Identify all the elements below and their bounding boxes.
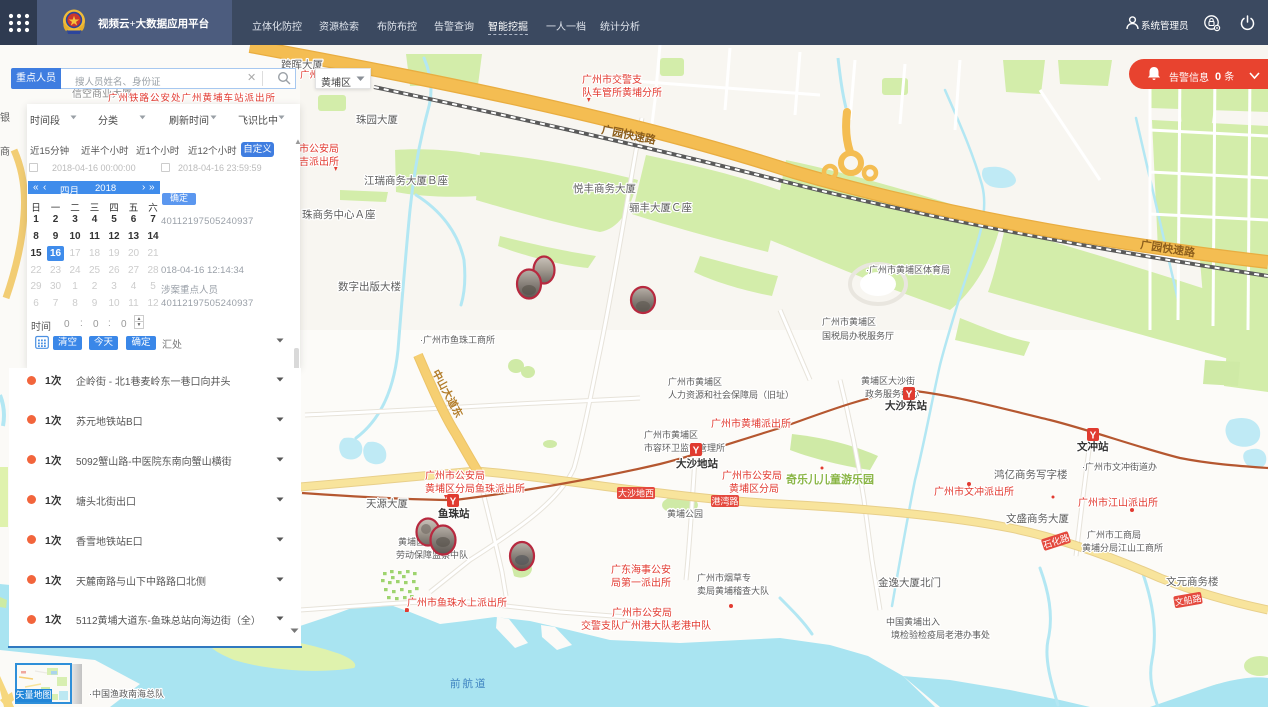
svg-text:市容环卫监督管理所: 市容环卫监督管理所: [644, 442, 725, 453]
svg-text:数字出版大楼: 数字出版大楼: [338, 280, 401, 293]
svg-text:Y: Y: [693, 446, 700, 457]
svg-text:广州市黄埔区: 广州市黄埔区: [644, 429, 698, 440]
svg-text:黄埔分局江山工商所: 黄埔分局江山工商所: [1082, 542, 1163, 553]
svg-text:港湾路: 港湾路: [711, 496, 738, 507]
svg-text:骊丰大厦Ｃ座: 骊丰大厦Ｃ座: [629, 201, 692, 214]
svg-text:银: 银: [0, 111, 10, 124]
svg-text:人力资源和社会保障局（旧址）: 人力资源和社会保障局（旧址）: [668, 389, 794, 400]
svg-text:Y: Y: [1090, 431, 1097, 442]
svg-text:文冲站: 文冲站: [1076, 440, 1109, 453]
svg-text:珠商务中心Ａ座: 珠商务中心Ａ座: [302, 208, 376, 221]
svg-text:广州市江山派出所: 广州市江山派出所: [1078, 496, 1158, 509]
svg-text:广州市工商局: 广州市工商局: [1087, 529, 1141, 540]
svg-text:境检验检疫局老港办事处: 境检验检疫局老港办事处: [891, 629, 990, 640]
svg-text:鱼珠站: 鱼珠站: [438, 507, 470, 520]
svg-text:广州市公安局: 广州市公安局: [425, 469, 485, 482]
svg-text:悦丰商务大厦: 悦丰商务大厦: [573, 182, 636, 195]
svg-text:局第一派出所: 局第一派出所: [611, 576, 671, 589]
svg-text:广州市黄埔派出所: 广州市黄埔派出所: [711, 417, 791, 430]
svg-text:文元商务楼: 文元商务楼: [1166, 575, 1219, 588]
svg-text:天源大厦: 天源大厦: [366, 497, 408, 510]
svg-text:广州市公安局: 广州市公安局: [612, 606, 672, 619]
svg-text:市公安局: 市公安局: [299, 142, 339, 155]
svg-text:文盛商务大厦: 文盛商务大厦: [1006, 512, 1069, 525]
svg-text:·广州市黄埔区体育局: ·广州市黄埔区体育局: [866, 264, 950, 275]
svg-text:·广州市鱼珠工商所: ·广州市鱼珠工商所: [420, 334, 495, 345]
svg-text:广东海事公安: 广东海事公安: [611, 563, 671, 576]
svg-text:奇乐儿儿童游乐园: 奇乐儿儿童游乐园: [786, 472, 874, 486]
svg-text:广州铁路公安处广州黄埔车站派出所: 广州铁路公安处广州黄埔车站派出所: [108, 92, 276, 104]
svg-text:黄埔区大沙街: 黄埔区大沙街: [861, 375, 915, 386]
svg-text:广州市鱼珠水上派出所: 广州市鱼珠水上派出所: [407, 596, 507, 609]
svg-text:黄埔区分局: 黄埔区分局: [729, 482, 779, 495]
svg-text:广州市交警支: 广州市交警支: [582, 73, 642, 86]
svg-text:国税局办税服务厅: 国税局办税服务厅: [822, 330, 894, 341]
svg-text:商: 商: [0, 145, 10, 158]
svg-text:金逸大厦北门: 金逸大厦北门: [878, 576, 941, 589]
svg-text:广州市公安局: 广州市公安局: [722, 469, 782, 482]
svg-text:大沙东站: 大沙东站: [885, 399, 927, 412]
svg-text:·广州市文冲街道办: ·广州市文冲街道办: [1082, 461, 1157, 472]
svg-text:广州市黄埔区: 广州市黄埔区: [822, 316, 876, 327]
svg-text:珠园大厦: 珠园大厦: [356, 113, 398, 126]
svg-text:·中国渔政南海总队: ·中国渔政南海总队: [89, 688, 164, 699]
svg-text:劳动保障监察中队: 劳动保障监察中队: [396, 549, 468, 560]
svg-text:广州市文冲派出所: 广州市文冲派出所: [934, 485, 1014, 498]
svg-text:交警支队广州港大队老港中队: 交警支队广州港大队老港中队: [581, 619, 711, 632]
svg-text:吉派出所: 吉派出所: [299, 155, 339, 168]
svg-text:黄埔区分局鱼珠派出所: 黄埔区分局鱼珠派出所: [425, 482, 525, 495]
svg-text:大沙地西: 大沙地西: [618, 488, 654, 499]
svg-text:前航道: 前航道: [450, 677, 488, 690]
svg-text:广州市烟草专: 广州市烟草专: [697, 572, 751, 583]
svg-text:Y: Y: [906, 390, 913, 401]
svg-text:队车管所黄埔分所: 队车管所黄埔分所: [582, 86, 662, 99]
svg-text:江瑞商务大厦Ｂ座: 江瑞商务大厦Ｂ座: [364, 174, 448, 187]
svg-text:广州市黄埔区: 广州市黄埔区: [668, 376, 722, 387]
svg-text:黄埔公园: 黄埔公园: [667, 508, 703, 519]
svg-text:中国黄埔出入: 中国黄埔出入: [886, 616, 940, 627]
svg-text:鸿亿商务写字楼: 鸿亿商务写字楼: [994, 468, 1068, 481]
svg-text:Y: Y: [450, 497, 457, 508]
svg-text:大沙地站: 大沙地站: [676, 457, 718, 470]
svg-text:卖局黄埔稽查大队: 卖局黄埔稽查大队: [697, 585, 769, 596]
